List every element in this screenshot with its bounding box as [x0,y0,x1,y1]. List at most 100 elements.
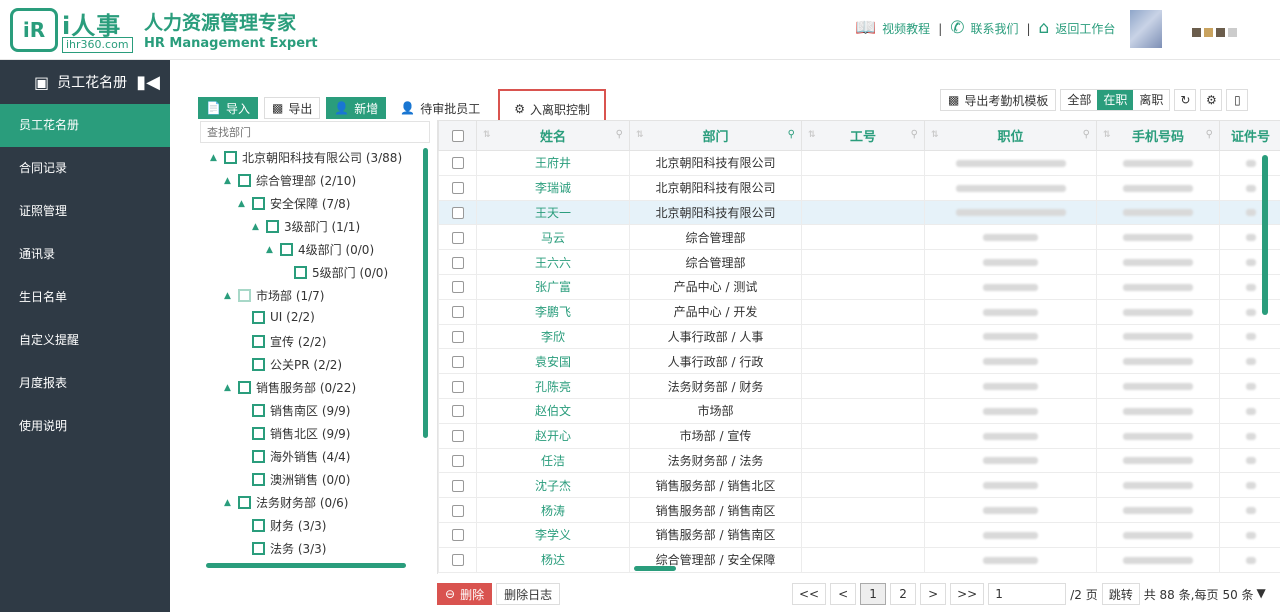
sidebar-item-roster[interactable]: 员工花名册 [0,104,170,147]
tree-checkbox[interactable] [252,542,265,555]
select-all-checkbox[interactable] [451,129,464,142]
employee-name-cell[interactable]: 李欣 [476,323,630,350]
tree-checkbox[interactable] [252,473,265,486]
row-checkbox[interactable] [451,454,464,467]
row-checkbox[interactable] [451,182,464,195]
page-1-button[interactable]: 1 [860,583,887,605]
employee-name-cell[interactable]: 李瑞诚 [476,174,630,201]
tree-node[interactable]: 宣传 (2/2) [238,333,327,350]
tree-checkbox[interactable] [252,427,265,440]
tree-checkbox[interactable] [224,151,237,164]
tree-checkbox[interactable] [280,243,293,256]
tree-node[interactable]: ▲ 3级部门 (1/1) [252,218,360,235]
row-checkbox[interactable] [451,355,464,368]
row-checkbox[interactable] [451,430,464,443]
import-button[interactable]: 📄 导入 [198,97,258,119]
tree-node[interactable]: 法务 (3/3) [238,540,327,557]
tree-checkbox[interactable] [266,220,279,233]
row-checkbox[interactable] [451,554,464,567]
search-icon[interactable]: ⚲ [616,129,623,140]
search-icon[interactable]: ⚲ [788,129,795,140]
tree-node[interactable]: ▲ 综合管理部 (2/10) [224,172,356,189]
row-checkbox[interactable] [451,330,464,343]
expand-icon[interactable]: ▲ [266,245,275,255]
table-row[interactable]: 沈子杰 销售服务部 / 销售北区 [438,472,1280,499]
sort-icon[interactable]: ⇅ [636,130,644,140]
first-page-button[interactable]: << [792,583,827,605]
table-row[interactable]: 王府井 北京朝阳科技有限公司 [438,150,1280,176]
row-checkbox[interactable] [451,504,464,517]
sidebar-item-custom-reminders[interactable]: 自定义提醒 [0,319,170,362]
table-row[interactable]: 赵伯文 市场部 [438,397,1280,424]
per-page-select[interactable]: 50 条 ▼ [1222,586,1265,603]
user-name-blurred[interactable] [1192,28,1237,37]
table-row[interactable]: 马云 综合管理部 [438,224,1280,251]
department-search-input[interactable] [200,121,430,143]
search-icon[interactable]: ⚲ [1206,129,1213,140]
employee-name-cell[interactable]: 杨达 [476,546,630,573]
export-attendance-template-button[interactable]: ▩ 导出考勤机模板 [940,89,1057,111]
row-checkbox[interactable] [451,380,464,393]
tree-node[interactable]: UI (2/2) [238,310,315,324]
tree-checkbox[interactable] [252,358,265,371]
row-checkbox[interactable] [451,231,464,244]
expand-icon[interactable]: ▲ [210,153,219,163]
sort-icon[interactable]: ⇅ [483,130,491,140]
tree-checkbox[interactable] [238,289,251,302]
employee-name-cell[interactable]: 赵开心 [476,422,630,449]
tree-checkbox[interactable] [238,496,251,509]
tree-node[interactable]: ▲ 安全保障 (7/8) [238,195,351,212]
avatar[interactable] [1130,10,1162,48]
tree-checkbox[interactable] [252,404,265,417]
tree-node[interactable]: 5级部门 (0/0) [280,264,388,281]
tree-checkbox[interactable] [294,266,307,279]
page-number-input[interactable]: 1 [988,583,1067,605]
tree-node[interactable]: ▲ 销售服务部 (0/22) [224,379,356,396]
column-header-department[interactable]: ⇅ 部门 ⚲ [629,120,802,151]
row-checkbox[interactable] [451,479,464,492]
tree-checkbox[interactable] [252,450,265,463]
table-row[interactable]: 赵开心 市场部 / 宣传 [438,422,1280,449]
tree-checkbox[interactable] [252,197,265,210]
column-header-id-number[interactable]: 证件号 [1219,120,1280,151]
table-row[interactable]: 李瑞诚 北京朝阳科技有限公司 [438,174,1280,201]
add-employee-button[interactable]: 👤 新增 [326,97,387,119]
expand-icon[interactable]: ▲ [224,291,233,301]
table-row[interactable]: 王天一 北京朝阳科技有限公司 [438,199,1280,226]
delete-button[interactable]: ⊖ 删除 [437,583,493,605]
expand-icon[interactable]: ▲ [224,176,233,186]
sidebar-item-directory[interactable]: 通讯录 [0,233,170,276]
tree-node[interactable]: 销售南区 (9/9) [238,402,351,419]
table-row[interactable]: 孔陈亮 法务财务部 / 财务 [438,373,1280,399]
collapse-sidebar-icon[interactable]: ▮◀ [136,72,160,93]
row-checkbox[interactable] [451,157,464,170]
row-checkbox[interactable] [451,306,464,319]
table-row[interactable]: 杨达 综合管理部 / 安全保障 [438,546,1280,573]
table-row[interactable]: 李鹏飞 产品中心 / 开发 [438,298,1280,325]
table-row[interactable]: 任洁 法务财务部 / 法务 [438,447,1280,474]
settings-icon[interactable]: ⚙ [1200,89,1223,111]
mobile-icon[interactable]: ▯ [1226,89,1249,111]
sidebar-item-monthly-report[interactable]: 月度报表 [0,362,170,405]
employee-name-cell[interactable]: 王天一 [476,199,630,226]
employee-name-cell[interactable]: 李学义 [476,521,630,548]
page-2-button[interactable]: 2 [890,583,917,605]
table-vertical-scrollbar[interactable] [1262,155,1268,315]
prev-page-button[interactable]: < [830,583,857,605]
column-header-position[interactable]: ⇅ 职位 ⚲ [924,120,1097,151]
table-row[interactable]: 杨涛 销售服务部 / 销售南区 [438,497,1280,523]
employee-name-cell[interactable]: 杨涛 [476,497,630,523]
tree-checkbox[interactable] [252,335,265,348]
tree-horizontal-scrollbar[interactable] [206,563,406,568]
filter-left[interactable]: 离职 [1133,90,1169,110]
sort-icon[interactable]: ⇅ [931,130,939,140]
employee-name-cell[interactable]: 王府井 [476,150,630,176]
employee-name-cell[interactable]: 孔陈亮 [476,373,630,399]
tree-node[interactable]: 销售北区 (9/9) [238,425,351,442]
last-page-button[interactable]: >> [950,583,985,605]
employee-name-cell[interactable]: 马云 [476,224,630,251]
row-checkbox[interactable] [451,529,464,542]
sidebar-item-contracts[interactable]: 合同记录 [0,147,170,190]
column-header-name[interactable]: ⇅ 姓名 ⚲ [476,120,630,151]
tree-checkbox[interactable] [252,519,265,532]
